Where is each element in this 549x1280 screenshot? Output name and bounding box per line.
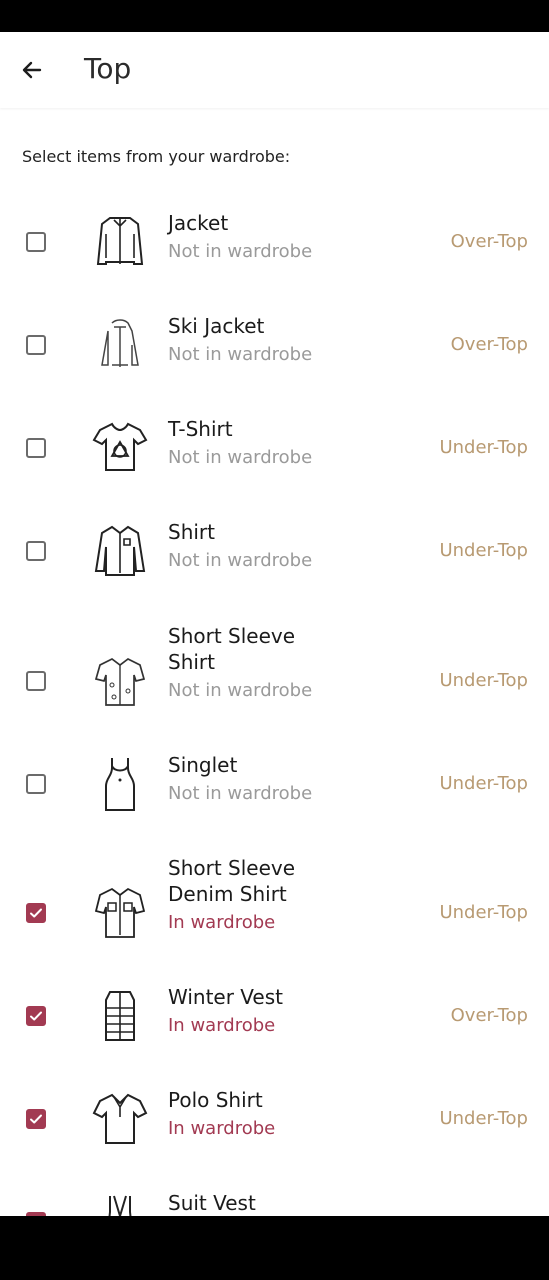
jacket-icon — [92, 212, 148, 272]
polo-shirt-icon — [92, 1089, 148, 1149]
item-status: Not in wardrobe — [168, 447, 313, 468]
wardrobe-item[interactable]: Polo Shirt In wardrobe Under-Top — [0, 1087, 549, 1187]
item-checkbox[interactable] — [26, 335, 46, 355]
item-checkbox[interactable] — [26, 774, 46, 794]
back-button[interactable] — [16, 54, 48, 86]
item-status: Not in wardrobe — [168, 344, 313, 365]
shirt-icon — [92, 521, 148, 581]
item-checkbox[interactable] — [26, 541, 46, 561]
item-status: Not in wardrobe — [168, 680, 313, 701]
item-category: Under-Top — [439, 773, 528, 794]
t-shirt-icon — [92, 418, 148, 478]
wardrobe-item[interactable]: Winter Vest In wardrobe Over-Top — [0, 984, 549, 1084]
suit-vest-icon — [92, 1192, 148, 1216]
item-category: Under-Top — [439, 540, 528, 561]
wardrobe-item[interactable]: Short Sleeve Shirt Not in wardrobe Under-T… — [0, 623, 549, 723]
singlet-icon — [92, 754, 148, 814]
status-bar — [0, 0, 549, 32]
item-name: Jacket — [168, 211, 229, 235]
item-status: Not in wardrobe — [168, 241, 313, 262]
item-category: Under-Top — [439, 437, 528, 458]
item-status: In wardrobe — [168, 1015, 276, 1036]
item-category: Under-Top — [439, 670, 528, 691]
item-checkbox[interactable] — [26, 903, 46, 923]
wardrobe-item[interactable]: Singlet Not in wardrobe Under-Top — [0, 752, 549, 852]
item-name: Short Sleeve Shirt — [168, 624, 296, 674]
wardrobe-list[interactable]: Jacket Not in wardrobe Over-Top Ski Jacket N… — [0, 190, 549, 1216]
item-status: Not in wardrobe — [168, 550, 313, 571]
item-category: Under-Top — [439, 1108, 528, 1129]
item-status: Not in wardrobe — [168, 783, 313, 804]
app-bar: Top — [0, 32, 549, 108]
check-icon — [30, 908, 42, 918]
short-sleeve-shirt-icon — [92, 651, 148, 711]
item-category: Over-Top — [450, 231, 528, 252]
item-name: Ski Jacket — [168, 314, 265, 338]
item-name: T-Shirt — [168, 417, 233, 441]
item-checkbox[interactable] — [26, 1109, 46, 1129]
item-category: Over-Top — [450, 1005, 528, 1026]
ski-jacket-icon — [92, 315, 148, 375]
item-category: Over-Top — [450, 334, 528, 355]
item-status: In wardrobe — [168, 1118, 276, 1139]
wardrobe-item[interactable]: Suit Vest — [0, 1190, 549, 1216]
item-name: Singlet — [168, 753, 238, 777]
item-name: Winter Vest — [168, 985, 283, 1009]
check-icon — [30, 1114, 42, 1124]
item-category: Under-Top — [439, 902, 528, 923]
instruction-text: Select items from your wardrobe: — [22, 147, 291, 166]
item-checkbox[interactable] — [26, 671, 46, 691]
item-name: Suit Vest — [168, 1191, 256, 1215]
page-title: Top — [84, 52, 132, 85]
wardrobe-item[interactable]: T-Shirt Not in wardrobe Under-Top — [0, 416, 549, 516]
item-status: In wardrobe — [168, 912, 276, 933]
arrow-left-icon — [22, 61, 42, 79]
wardrobe-item[interactable]: Jacket Not in wardrobe Over-Top — [0, 210, 549, 310]
item-name: Polo Shirt — [168, 1088, 263, 1112]
item-checkbox[interactable] — [26, 232, 46, 252]
wardrobe-item[interactable]: Ski Jacket Not in wardrobe Over-Top — [0, 313, 549, 413]
item-checkbox[interactable] — [26, 438, 46, 458]
navigation-bar — [0, 1216, 549, 1280]
winter-vest-icon — [92, 986, 148, 1046]
item-name: Short Sleeve Denim Shirt — [168, 856, 296, 906]
denim-shirt-icon — [92, 883, 148, 943]
check-icon — [30, 1011, 42, 1021]
wardrobe-item[interactable]: Short Sleeve Denim Shirt In wardrobe Under… — [0, 855, 549, 955]
item-name: Shirt — [168, 520, 215, 544]
wardrobe-item[interactable]: Shirt Not in wardrobe Under-Top — [0, 519, 549, 619]
item-checkbox[interactable] — [26, 1006, 46, 1026]
